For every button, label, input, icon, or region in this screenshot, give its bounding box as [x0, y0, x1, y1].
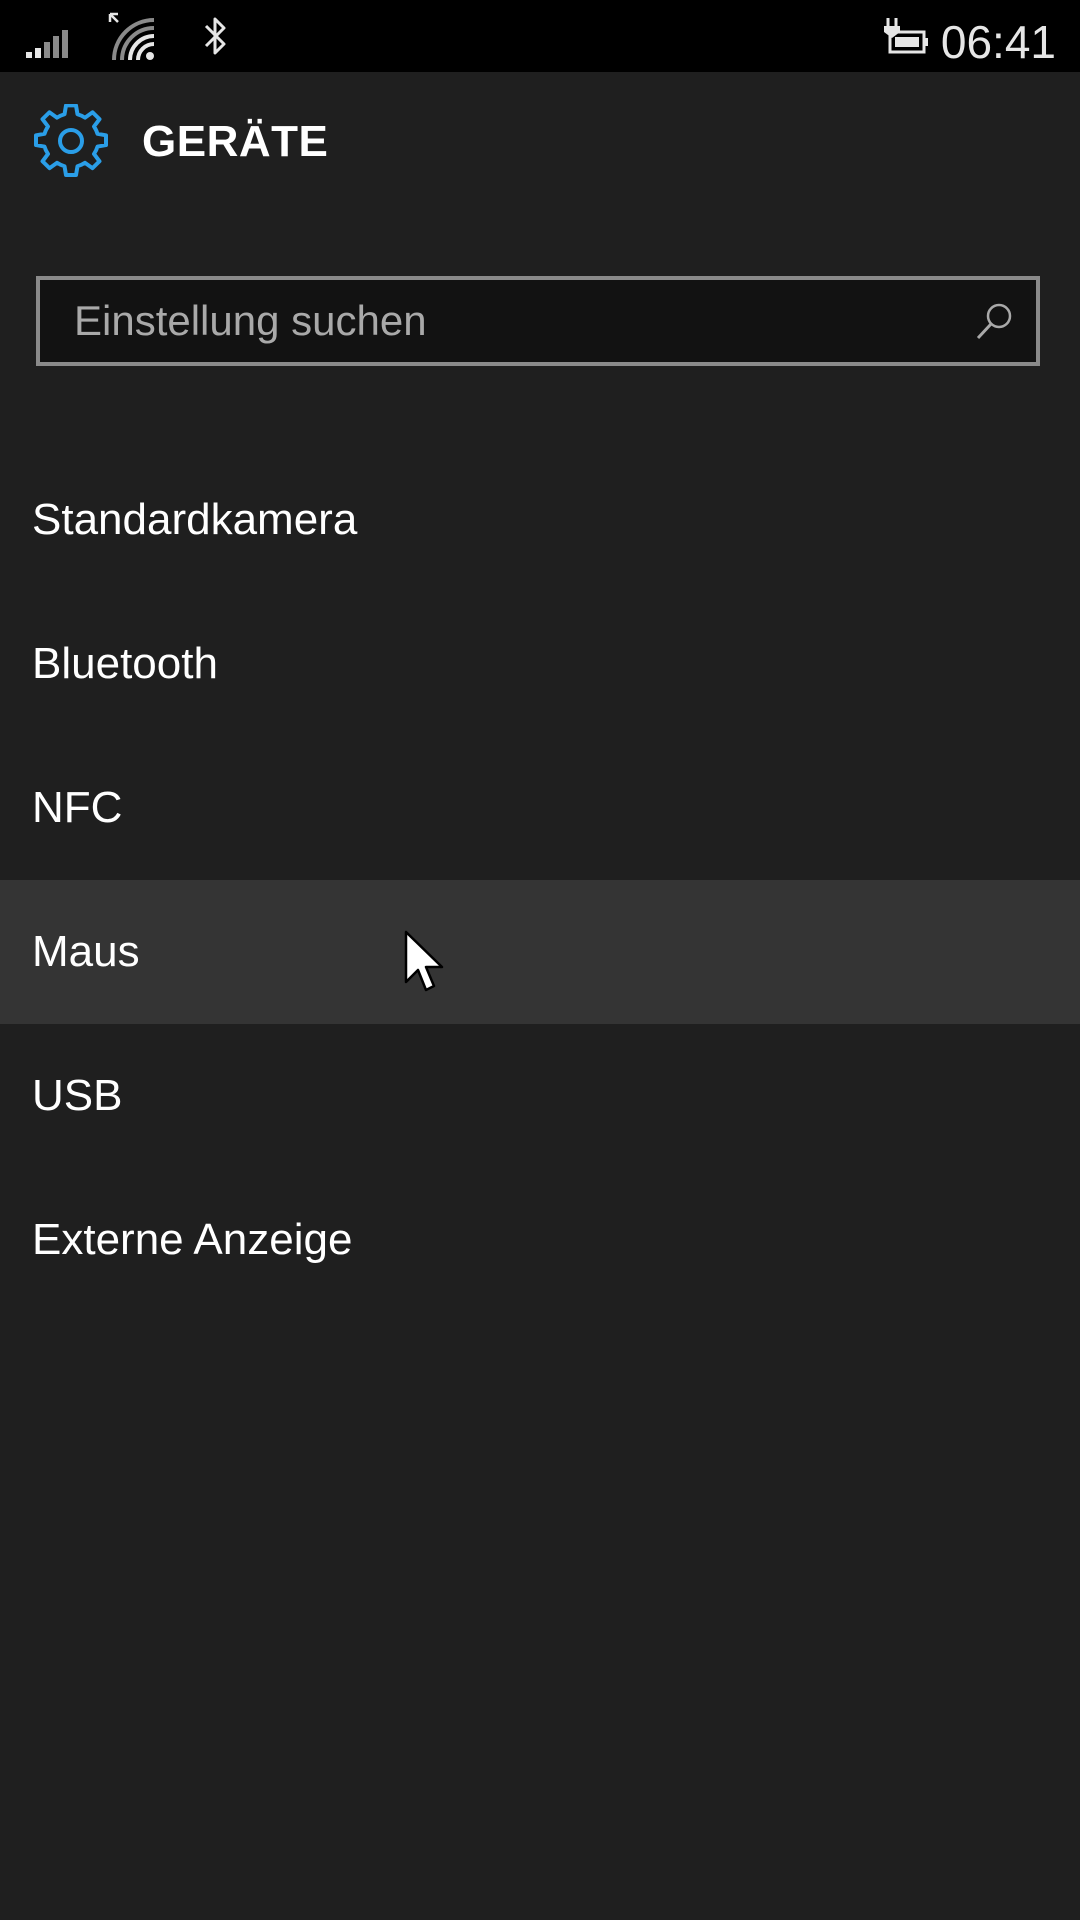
settings-screen: 06:41 GERÄTE Standardkamera Bluetooth NF… — [0, 0, 1080, 1920]
list-item-label: NFC — [32, 783, 123, 832]
page-header: GERÄTE — [0, 72, 1080, 212]
status-time: 06:41 — [940, 16, 1056, 68]
battery-charging-icon — [884, 18, 928, 54]
signal-strength-icon — [26, 30, 68, 58]
search-icon[interactable] — [974, 300, 1016, 342]
mouse-cursor-icon — [404, 930, 444, 992]
list-item-maus[interactable]: Maus — [0, 880, 1080, 1024]
bluetooth-icon — [204, 17, 226, 55]
list-item-externe-anzeige[interactable]: Externe Anzeige — [0, 1168, 1080, 1312]
list-item-standardkamera[interactable]: Standardkamera — [0, 448, 1080, 592]
list-item-bluetooth[interactable]: Bluetooth — [0, 592, 1080, 736]
list-item-label: USB — [32, 1071, 123, 1120]
list-item-usb[interactable]: USB — [0, 1024, 1080, 1168]
settings-list: Standardkamera Bluetooth NFC Maus USB Ex… — [0, 448, 1080, 1312]
status-bar: 06:41 — [0, 0, 1080, 72]
list-item-label: Maus — [32, 927, 140, 976]
list-item-label: Standardkamera — [32, 495, 358, 544]
list-item-label: Bluetooth — [32, 639, 218, 688]
list-item-label: Externe Anzeige — [32, 1215, 353, 1264]
gear-icon — [34, 104, 108, 177]
page-title: GERÄTE — [142, 117, 329, 166]
list-item-nfc[interactable]: NFC — [0, 736, 1080, 880]
search-input[interactable] — [74, 280, 954, 362]
wifi-icon — [108, 12, 155, 61]
search-box[interactable] — [36, 276, 1040, 366]
